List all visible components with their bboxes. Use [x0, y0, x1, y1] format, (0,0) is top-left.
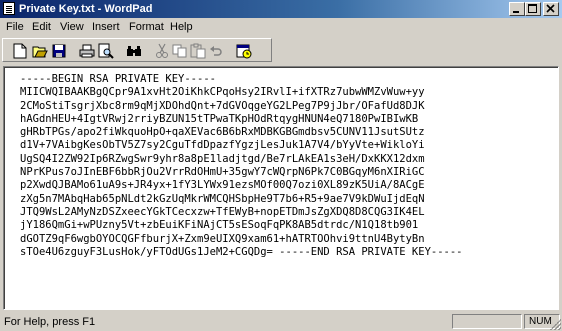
open-button[interactable] — [31, 42, 49, 59]
close-icon — [546, 4, 555, 13]
open-folder-icon — [32, 46, 48, 57]
copy-button[interactable] — [171, 42, 189, 59]
text-line: -----BEGIN RSA PRIVATE KEY----- — [20, 73, 216, 85]
new-document-icon — [13, 43, 27, 58]
menu-format[interactable]: Format — [129, 21, 164, 33]
text-line: NPrKPus7oJInEBF6bbRjOu2VrrRdOHmU+35gwY7c… — [20, 166, 425, 179]
copy-icon — [172, 44, 187, 57]
undo-button[interactable] — [207, 42, 225, 59]
text-line: gHRbTPGs/apo2fiWkquoHpO+qaXEVac6B6bRxMDB… — [20, 126, 425, 139]
status-bar: For Help, press F1 NUM — [0, 311, 562, 331]
find-button[interactable] — [125, 42, 143, 59]
wordpad-document-icon[interactable] — [3, 2, 15, 15]
status-panel-blank — [452, 314, 522, 329]
print-preview-icon — [98, 43, 114, 59]
maximize-button[interactable] — [525, 2, 541, 16]
minimize-button[interactable] — [509, 2, 525, 16]
undo-icon — [210, 45, 222, 56]
cut-button[interactable] — [153, 42, 171, 59]
text-line: UgSQ4I2ZW92Ip6RZwgSwr9yhr8a8pE1ladjtgd/B… — [20, 152, 425, 165]
insert-date-time-icon — [236, 44, 252, 58]
resize-grip-icon[interactable] — [550, 319, 561, 330]
window-title: Private Key.txt - WordPad — [19, 3, 153, 15]
print-button[interactable] — [78, 42, 96, 59]
save-button[interactable] — [50, 42, 68, 59]
menu-file[interactable]: File — [6, 21, 24, 33]
new-button[interactable] — [11, 42, 29, 59]
find-icon — [127, 45, 141, 56]
text-line: 2CMoStiTsgrjXbc8rm9qMjXDOhdQnt+7dGVOqgeY… — [20, 99, 425, 112]
document-editor[interactable]: -----BEGIN RSA PRIVATE KEY----- MIICWQIB… — [3, 66, 559, 310]
text-line: d1V+7VAibgKesObTV5Z7sy2CguTfdDpazfYgzjLe… — [20, 139, 425, 152]
maximize-icon — [528, 4, 537, 13]
text-line: hAGdnHEU+4IgtVRwj2rriyBZUN15tTPwaTKpHOdR… — [20, 112, 419, 125]
standard-toolbar — [2, 38, 272, 62]
menu-view[interactable]: View — [60, 21, 84, 33]
title-bar[interactable]: Private Key.txt - WordPad — [0, 0, 562, 18]
text-line: zXg5n7MAbqHab65pNLdt2kGzUqMkrWMCQHSbpHe9… — [20, 192, 425, 205]
document-text[interactable]: -----BEGIN RSA PRIVATE KEY----- MIICWQIB… — [20, 73, 463, 259]
wordpad-window: Private Key.txt - WordPad File Edit View… — [0, 0, 562, 331]
print-icon — [79, 44, 95, 57]
close-button[interactable] — [543, 2, 559, 16]
status-help-text: For Help, press F1 — [4, 316, 96, 328]
menu-help[interactable]: Help — [170, 21, 193, 33]
menu-bar: File Edit View Insert Format Help — [0, 19, 562, 36]
text-line: p2XwdQJBAMo61uA9s+JR4yx+1fY3LYWx91ezsMOf… — [20, 179, 425, 192]
paste-button[interactable] — [189, 42, 207, 59]
save-icon — [52, 44, 66, 57]
text-line: jY186QmGi+wPUzny5Vt+zbEuiKFiNAjCT5sESoqF… — [20, 219, 419, 232]
minimize-icon — [513, 11, 519, 13]
paste-icon — [190, 43, 206, 58]
text-line: sTOe4U6zguyF3LusHok/yFTOdUGs1JeM2+CGQDg=… — [20, 245, 463, 258]
text-line: JTQ9WsL2AMyNzDSZxeecYGkTCecxzw+TfEWyB+no… — [20, 205, 425, 218]
menu-insert[interactable]: Insert — [92, 21, 120, 33]
insert-date-time-button[interactable] — [235, 42, 253, 59]
print-preview-button[interactable] — [97, 42, 115, 59]
menu-edit[interactable]: Edit — [32, 21, 51, 33]
text-line: MIICWQIBAAKBgQCpr9A1xvHt2OiKhkCPqoHsy2IR… — [20, 86, 425, 99]
text-line: dGOTZ9qF6wgbOYOCQGFfburjX+Zxm9eUIXQ9xam6… — [20, 232, 425, 245]
cut-icon — [156, 43, 168, 58]
